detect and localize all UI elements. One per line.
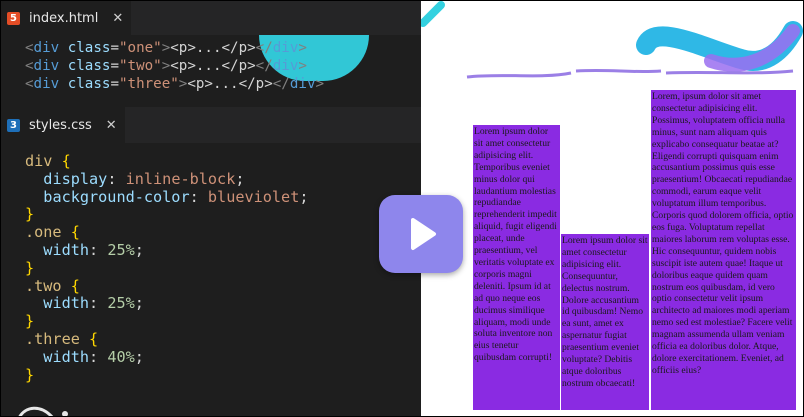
tab-styles-css[interactable]: 3 styles.css ✕ bbox=[1, 107, 125, 143]
play-icon bbox=[411, 218, 436, 250]
css-value: 25% bbox=[107, 294, 135, 313]
inner-markup: <p>...</p> bbox=[170, 58, 256, 74]
css-value: 40% bbox=[107, 347, 135, 366]
css-selector: .two bbox=[25, 276, 62, 295]
code-line: display: inline-block; bbox=[43, 169, 245, 188]
code-line: } bbox=[25, 205, 35, 224]
html5-icon: 5 bbox=[7, 11, 20, 25]
decorative-shape bbox=[18, 406, 68, 416]
css-value: inline-block bbox=[125, 169, 236, 188]
tab-bar-css: 3 styles.css ✕ bbox=[1, 107, 421, 143]
code-line: .one { bbox=[25, 223, 80, 242]
class-name: three bbox=[127, 76, 171, 92]
tab-index-html[interactable]: 5 index.html ✕ bbox=[1, 1, 132, 35]
css-selector: .one bbox=[25, 223, 62, 242]
inner-markup: <p>...</p> bbox=[170, 40, 256, 56]
purple-box-one: Lorem ipsum dolor sit amet consectetur a… bbox=[473, 125, 560, 410]
code-line: div { bbox=[25, 152, 71, 170]
css3-icon: 3 bbox=[7, 118, 20, 132]
code-line: } bbox=[25, 365, 35, 384]
close-icon[interactable]: ✕ bbox=[112, 11, 123, 26]
purple-box-three: Lorem, ipsum dolor sit amet consectetur … bbox=[651, 90, 796, 410]
code-line: } bbox=[25, 312, 35, 331]
code-line: width: 25%; bbox=[43, 294, 144, 313]
video-frame: 5 index.html ✕ <div class="one"><p>...</… bbox=[0, 0, 804, 417]
code-line: .three { bbox=[25, 329, 99, 348]
inner-markup: <p>...</p> bbox=[187, 76, 273, 92]
close-icon[interactable]: ✕ bbox=[106, 118, 117, 133]
purple-box-two: Lorem ipsum dolor sit amet consectetur a… bbox=[561, 234, 649, 410]
css-property: display bbox=[43, 169, 108, 188]
css-selector: .three bbox=[25, 329, 80, 348]
css-property: background-color bbox=[43, 187, 190, 206]
tab-label: styles.css bbox=[29, 117, 92, 133]
code-editor: 5 index.html ✕ <div class="one"><p>...</… bbox=[1, 1, 421, 416]
class-name: two bbox=[127, 58, 154, 74]
tab-bar-html: 5 index.html ✕ bbox=[1, 1, 421, 35]
code-line: width: 40%; bbox=[43, 347, 144, 366]
css-property: width bbox=[43, 347, 90, 366]
css-selector: div bbox=[25, 152, 53, 170]
code-line: background-color: blueviolet; bbox=[43, 187, 309, 206]
css-property: width bbox=[43, 240, 90, 259]
code-line: <div class="two"><p>...</p></div> bbox=[25, 58, 307, 74]
css-value: 25% bbox=[107, 240, 135, 259]
css-property: width bbox=[43, 294, 90, 313]
class-name: one bbox=[127, 40, 154, 56]
css-code: div { display: inline-block; background-… bbox=[25, 152, 309, 384]
code-line: <div class="three"><p>...</p></div> bbox=[25, 76, 325, 92]
browser-preview: Lorem ipsum dolor sit amet consectetur a… bbox=[421, 1, 803, 416]
code-line: width: 25%; bbox=[43, 240, 144, 259]
code-line: .two { bbox=[25, 276, 80, 295]
decorative-swoosh bbox=[421, 1, 803, 97]
code-line: } bbox=[25, 258, 35, 277]
html-code: <div class="one"><p>...</p></div> <div cl… bbox=[25, 39, 324, 93]
play-button[interactable] bbox=[379, 195, 463, 273]
tab-label: index.html bbox=[29, 10, 99, 26]
code-line: <div class="one"><p>...</p></div> bbox=[25, 40, 307, 56]
css-value: blueviolet bbox=[207, 187, 300, 206]
